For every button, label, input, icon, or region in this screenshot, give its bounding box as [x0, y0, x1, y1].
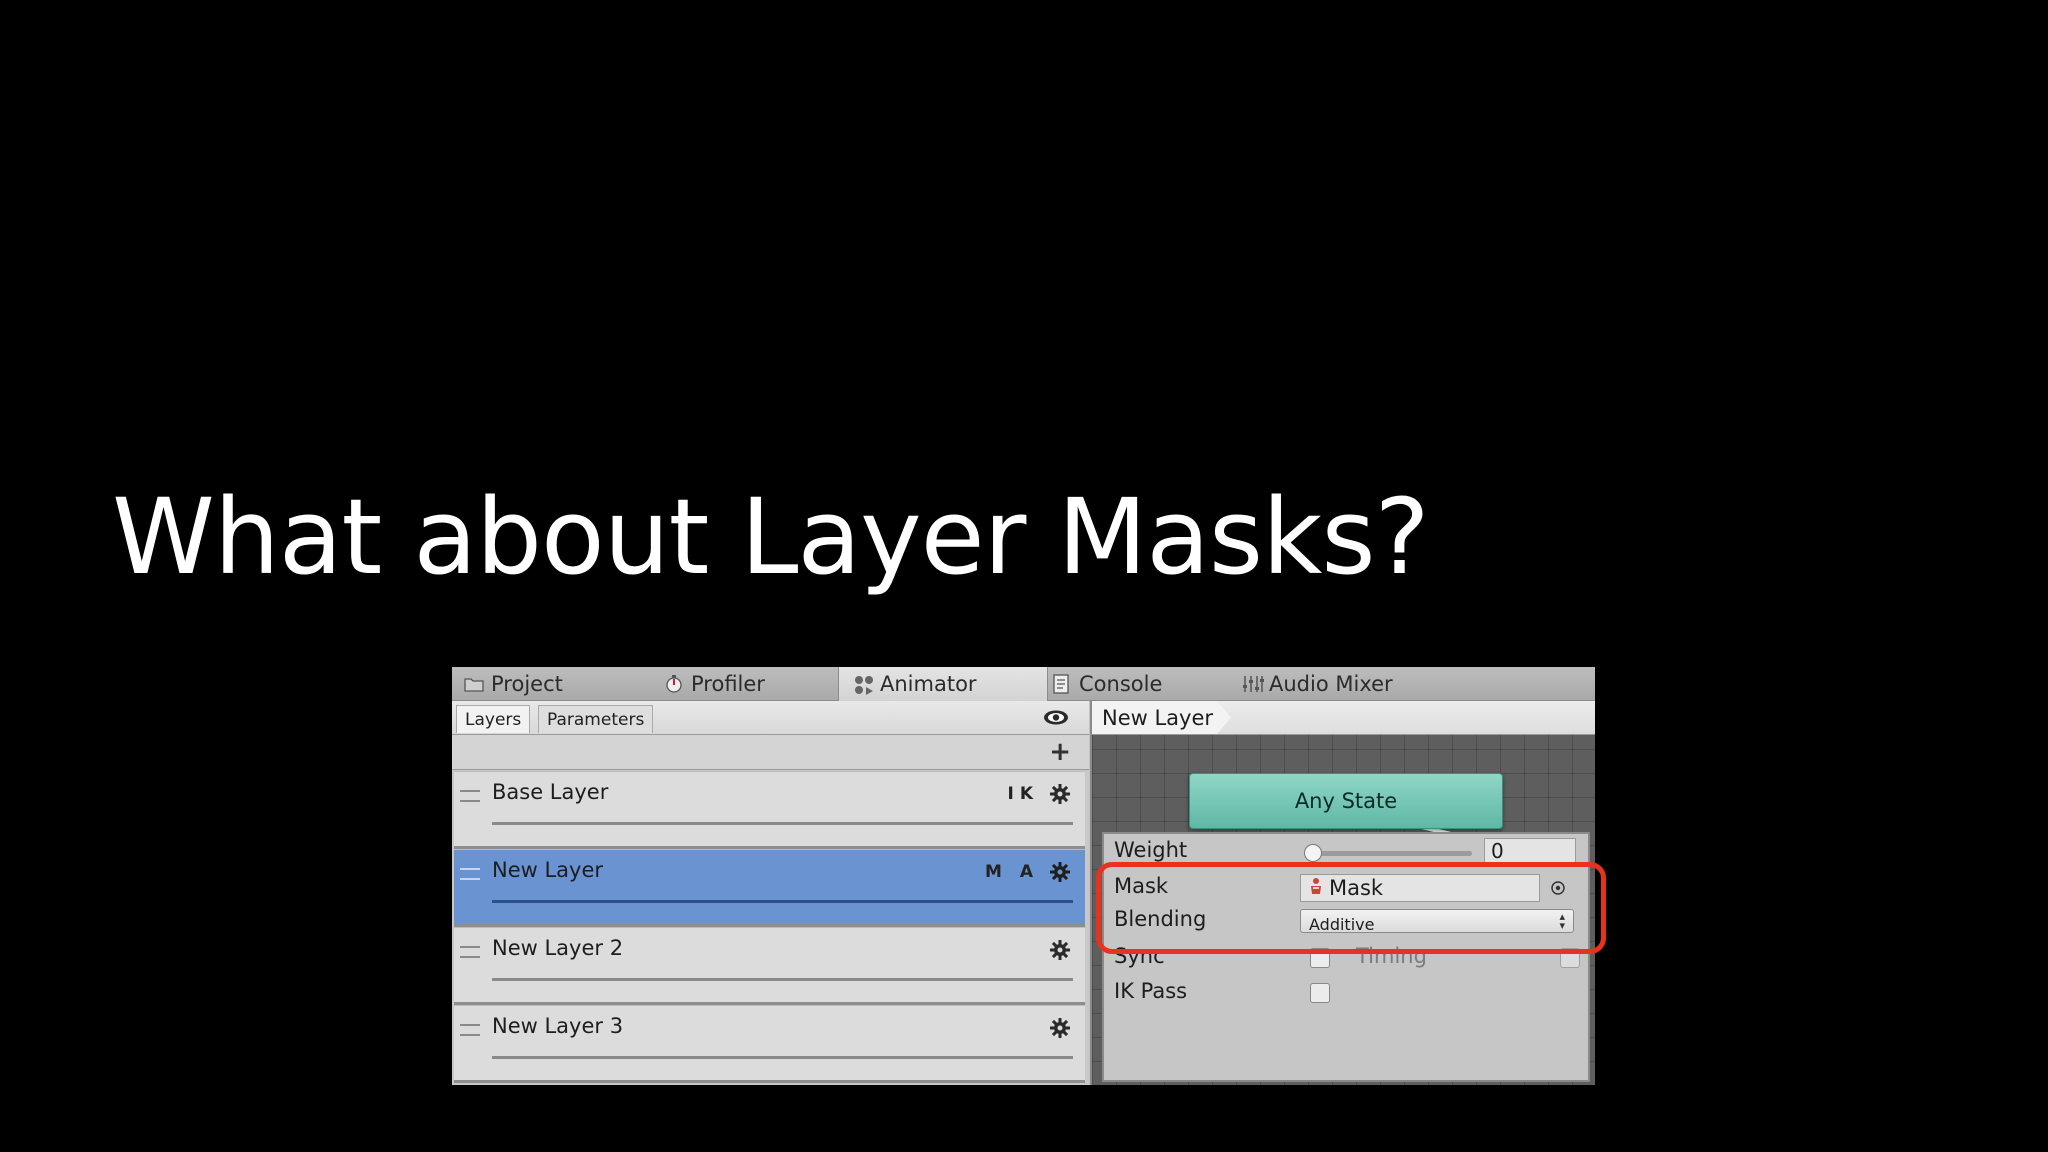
tab-parameters[interactable]: Parameters	[538, 705, 654, 733]
layer-row-base-layer[interactable]: Base Layer IK	[454, 771, 1085, 849]
layer-weight-bar	[492, 822, 1073, 825]
tab-project[interactable]: Project	[464, 667, 563, 700]
layer-name: New Layer 2	[492, 936, 624, 960]
layers-subtab-bar: Layers Parameters	[452, 701, 1089, 735]
layers-toolbar: +	[452, 735, 1089, 770]
tab-animator[interactable]: Animator	[838, 667, 1048, 701]
layer-weight-bar	[492, 1056, 1073, 1059]
any-state-node[interactable]: Any State	[1189, 773, 1503, 829]
layer-badges: M A	[985, 862, 1039, 882]
tab-label: Console	[1079, 671, 1163, 696]
tab-label: Profiler	[691, 671, 765, 696]
layer-row-new-layer-2[interactable]: New Layer 2	[454, 927, 1085, 1005]
highlight-box	[1096, 862, 1606, 954]
layer-weight-bar	[492, 978, 1073, 981]
drag-handle-icon[interactable]	[460, 790, 480, 802]
gear-icon[interactable]	[1049, 861, 1071, 883]
tab-label: Animator	[880, 672, 977, 696]
console-icon	[1052, 673, 1072, 694]
gear-icon[interactable]	[1049, 939, 1071, 961]
tab-label: Project	[491, 671, 563, 696]
editor-tab-bar: Project Profiler Animator Console Audio …	[452, 667, 1595, 701]
layer-badges: IK	[1007, 784, 1039, 804]
tab-label: Audio Mixer	[1269, 671, 1393, 696]
tab-audio-mixer[interactable]: Audio Mixer	[1242, 667, 1393, 700]
mixer-icon	[1242, 674, 1264, 694]
layer-name: New Layer	[492, 858, 604, 882]
layer-row-new-layer-3[interactable]: New Layer 3	[454, 1005, 1085, 1083]
layer-name: Base Layer	[492, 780, 609, 804]
breadcrumb: New Layer	[1092, 701, 1595, 735]
tab-profiler[interactable]: Profiler	[664, 667, 765, 700]
gear-icon[interactable]	[1049, 783, 1071, 805]
drag-handle-icon[interactable]	[460, 1024, 480, 1036]
tab-console[interactable]: Console	[1052, 667, 1162, 700]
layers-panel: Layers Parameters + Base Layer IK New La…	[452, 701, 1089, 1085]
eye-icon[interactable]	[1043, 709, 1069, 726]
add-layer-button[interactable]: +	[1049, 737, 1071, 767]
folder-icon	[464, 674, 484, 694]
ik-pass-checkbox[interactable]	[1310, 983, 1330, 1003]
weight-slider[interactable]	[1310, 851, 1472, 856]
gear-icon[interactable]	[1049, 1017, 1071, 1039]
weight-label: Weight	[1114, 838, 1188, 862]
weight-slider-handle[interactable]	[1304, 844, 1322, 862]
ik-pass-label: IK Pass	[1114, 979, 1188, 1003]
layer-name: New Layer 3	[492, 1014, 624, 1038]
layer-row-new-layer[interactable]: New Layer M A	[454, 849, 1085, 927]
tab-layers[interactable]: Layers	[456, 705, 531, 733]
breadcrumb-item[interactable]: New Layer	[1092, 701, 1232, 734]
slide-title: What about Layer Masks?	[112, 476, 1430, 598]
animator-icon	[853, 674, 873, 695]
layer-weight-bar	[492, 900, 1073, 903]
drag-handle-icon[interactable]	[460, 946, 480, 958]
drag-handle-icon[interactable]	[460, 868, 480, 880]
weight-field[interactable]: 0	[1484, 838, 1576, 864]
profiler-icon	[664, 674, 684, 694]
